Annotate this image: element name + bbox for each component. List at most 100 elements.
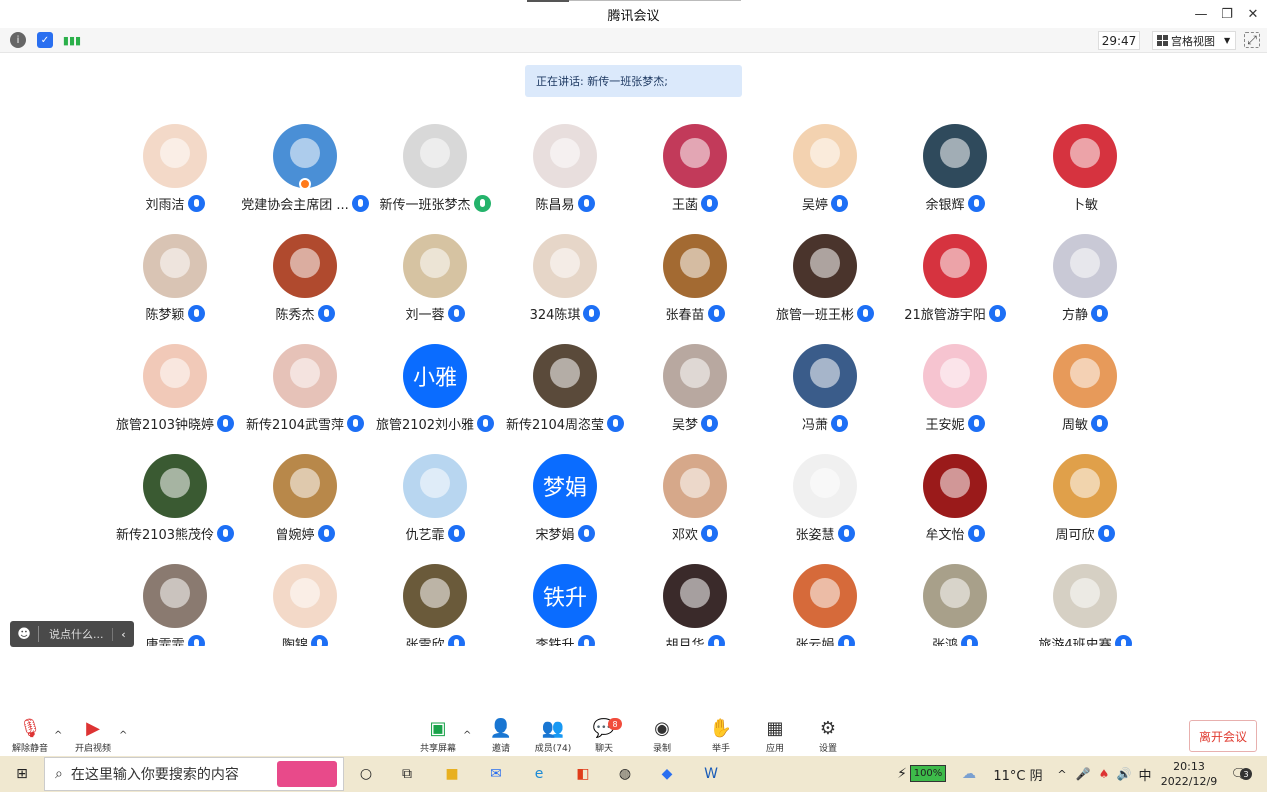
participant-tile[interactable]: 旅管2103钟晓婷 <box>110 338 240 448</box>
participant-tile[interactable]: 张鸿 <box>890 558 1020 646</box>
participant-tile[interactable]: 新传一班张梦杰 <box>370 118 500 228</box>
tencent-meeting-icon[interactable]: ◆ <box>655 762 679 786</box>
taskbar-clock[interactable]: 20:13 2022/12/9 <box>1160 759 1218 789</box>
participant-tile[interactable]: 刘雨洁 <box>110 118 240 228</box>
participant-avatar[interactable] <box>403 564 467 628</box>
participant-avatar[interactable] <box>923 124 987 188</box>
participant-avatar[interactable] <box>143 564 207 628</box>
participant-tile[interactable]: 曾婉婷 <box>240 448 370 558</box>
participant-avatar[interactable] <box>923 344 987 408</box>
participant-tile[interactable]: 新传2104周恣莹 <box>500 338 630 448</box>
battery-indicator[interactable]: 100% <box>910 765 946 782</box>
shield-icon[interactable]: ✓ <box>37 32 53 48</box>
participant-tile[interactable]: 党建协会主席团 ... <box>240 118 370 228</box>
participant-avatar[interactable] <box>793 454 857 518</box>
participant-avatar[interactable] <box>273 454 337 518</box>
participant-avatar[interactable] <box>793 564 857 628</box>
taskbar-search-input[interactable]: ⌕ 在这里输入你要搜索的内容 <box>44 757 344 791</box>
settings-button[interactable]: ⚙ 设置 <box>802 716 854 755</box>
participant-tile[interactable]: 梦娟 宋梦娟 <box>500 448 630 558</box>
participant-avatar[interactable] <box>663 454 727 518</box>
participant-tile[interactable]: 旅游4班史赛 <box>1020 558 1150 646</box>
participant-tile[interactable]: 张雪欣 <box>370 558 500 646</box>
quick-chat-placeholder[interactable]: 说点什么... <box>39 626 112 642</box>
participant-avatar[interactable] <box>793 124 857 188</box>
participant-avatar[interactable] <box>403 124 467 188</box>
participant-avatar[interactable] <box>403 234 467 298</box>
participant-tile[interactable]: 王安妮 <box>890 338 1020 448</box>
office-icon[interactable]: ◧ <box>571 762 595 786</box>
participant-avatar[interactable] <box>143 124 207 188</box>
participant-avatar[interactable] <box>533 344 597 408</box>
mail-icon[interactable]: ✉ <box>484 762 508 786</box>
participant-avatar[interactable] <box>533 234 597 298</box>
emoji-icon[interactable]: ☻ <box>10 627 38 642</box>
speaker-icon[interactable]: 🔊 <box>1116 762 1132 786</box>
record-button[interactable]: ◉ 录制 <box>636 716 688 755</box>
edge-icon[interactable]: e <box>527 762 551 786</box>
drag-handle[interactable] <box>527 0 569 2</box>
participant-avatar[interactable] <box>143 344 207 408</box>
participant-avatar[interactable] <box>793 344 857 408</box>
participant-tile[interactable]: 仇艺霏 <box>370 448 500 558</box>
close-icon[interactable]: ✕ <box>1242 4 1264 24</box>
participant-tile[interactable]: 张云娟 <box>760 558 890 646</box>
participant-avatar[interactable]: 铁升 <box>533 564 597 628</box>
leave-meeting-button[interactable]: 离开会议 <box>1189 720 1257 752</box>
participant-tile[interactable]: 324陈琪 <box>500 228 630 338</box>
cortana-icon[interactable]: ○ <box>356 762 376 786</box>
participant-tile[interactable]: 陈昌易 <box>500 118 630 228</box>
participant-tile[interactable]: 胡月华 <box>630 558 760 646</box>
participant-tile[interactable]: 张春苗 <box>630 228 760 338</box>
participant-tile[interactable]: 余银辉 <box>890 118 1020 228</box>
participant-tile[interactable]: 刘一蓉 <box>370 228 500 338</box>
chevron-up-icon[interactable]: ^ <box>119 730 127 741</box>
participant-avatar[interactable] <box>1053 344 1117 408</box>
participant-tile[interactable]: 陈梦颖 <box>110 228 240 338</box>
restore-icon[interactable]: ❐ <box>1216 4 1238 24</box>
participant-tile[interactable]: 陶锦 <box>240 558 370 646</box>
weather-text[interactable]: 11°C 阴 <box>988 762 1048 786</box>
participant-avatar[interactable] <box>923 564 987 628</box>
participant-tile[interactable]: 吴婷 <box>760 118 890 228</box>
participant-tile[interactable]: 周可欣 <box>1020 448 1150 558</box>
apps-button[interactable]: ▦ 应用 <box>749 716 801 755</box>
app-avatar-icon[interactable]: ◍ <box>613 762 637 786</box>
fullscreen-icon[interactable]: ⤢ <box>1244 32 1260 48</box>
participant-avatar[interactable]: 小雅 <box>403 344 467 408</box>
share-screen-button[interactable]: ▣ 共享屏幕 <box>412 716 464 755</box>
chevron-up-icon[interactable]: ^ <box>1055 762 1069 786</box>
word-icon[interactable]: W <box>699 762 723 786</box>
participant-avatar[interactable] <box>923 234 987 298</box>
participant-avatar[interactable] <box>793 234 857 298</box>
participant-tile[interactable]: 21旅管游宇阳 <box>890 228 1020 338</box>
participant-avatar[interactable] <box>273 344 337 408</box>
participant-tile[interactable]: 邓欢 <box>630 448 760 558</box>
participant-avatar[interactable] <box>663 124 727 188</box>
windows-start-icon[interactable]: ⊞ <box>10 762 34 786</box>
minimize-icon[interactable]: — <box>1190 4 1212 24</box>
participant-avatar[interactable] <box>663 564 727 628</box>
ime-indicator[interactable]: 中 <box>1137 762 1153 786</box>
participant-tile[interactable]: 卜敏 <box>1020 118 1150 228</box>
info-icon[interactable]: i <box>10 32 26 48</box>
participant-avatar[interactable] <box>403 454 467 518</box>
participant-avatar[interactable] <box>1053 564 1117 628</box>
invite-button[interactable]: 👤 邀请 <box>475 716 527 755</box>
participant-avatar[interactable]: 梦娟 <box>533 454 597 518</box>
participant-avatar[interactable] <box>663 234 727 298</box>
participant-avatar[interactable] <box>533 124 597 188</box>
task-view-icon[interactable]: ⧉ <box>397 762 417 786</box>
chevron-up-icon[interactable]: ^ <box>54 730 62 741</box>
participant-tile[interactable]: 冯萧 <box>760 338 890 448</box>
participant-tile[interactable]: 铁升 李铁升 <box>500 558 630 646</box>
participant-tile[interactable]: 张姿慧 <box>760 448 890 558</box>
participant-tile[interactable]: 小雅 旅管2102刘小雅 <box>370 338 500 448</box>
tray-app-icon[interactable]: ♠ <box>1096 762 1112 786</box>
participant-tile[interactable]: 牟文怡 <box>890 448 1020 558</box>
signal-icon[interactable]: ▮▮▮ <box>63 32 81 48</box>
unmute-button[interactable]: 🎙 解除静音 <box>4 716 56 755</box>
participant-avatar[interactable] <box>1053 234 1117 298</box>
chat-button[interactable]: 💬 8 聊天 <box>578 716 630 754</box>
participant-avatar[interactable] <box>273 564 337 628</box>
